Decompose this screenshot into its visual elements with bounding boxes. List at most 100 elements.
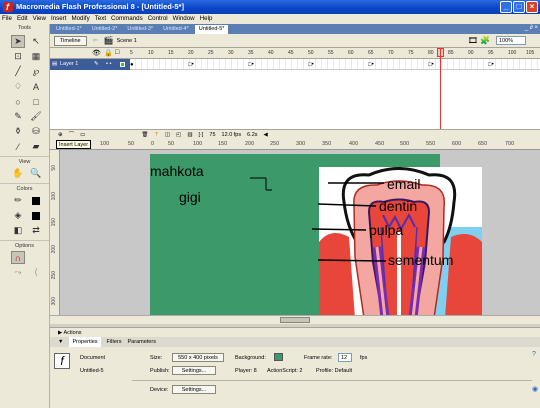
ink-bottle-tool-icon[interactable]: ⚱ <box>11 125 25 138</box>
lasso-tool-icon[interactable]: ℘ <box>29 65 43 78</box>
eraser-tool-icon[interactable]: ▰ <box>29 140 43 153</box>
actions-panel-header[interactable]: ▶ Actions <box>50 327 540 337</box>
stage-horizontal-scrollbar[interactable] <box>50 315 540 324</box>
center-frame-icon[interactable]: ⇡ <box>154 130 159 140</box>
menu-modify[interactable]: Modify <box>71 14 89 24</box>
free-transform-tool-icon[interactable]: ⊡ <box>11 50 25 63</box>
menu-file[interactable]: File <box>2 14 12 24</box>
layer-frames[interactable]: ● □• □• □• □• □• □• <box>130 59 540 70</box>
pen-tool-icon[interactable]: ♢ <box>11 80 25 93</box>
menu-window[interactable]: Window <box>173 14 195 24</box>
window-title-bar[interactable]: Macromedia Flash Professional 8 - [Untit… <box>0 0 540 14</box>
zoom-select[interactable]: 100% <box>496 36 526 45</box>
tab-filters[interactable]: Filters <box>107 337 122 347</box>
swap-colors-icon[interactable]: ⇄ <box>29 224 43 237</box>
scroll-thumb[interactable] <box>280 317 310 323</box>
stroke-swatch[interactable] <box>29 194 43 207</box>
doc-tab-4[interactable]: Untitled-4* <box>159 25 193 34</box>
oval-tool-icon[interactable]: ○ <box>11 95 25 108</box>
subselection-tool-icon[interactable]: ↖ <box>29 35 43 48</box>
frame-ruler[interactable]: 5 10 15 20 25 30 35 40 45 50 55 60 65 70… <box>130 48 540 59</box>
label-gigi[interactable]: gigi <box>179 189 201 205</box>
keyframe[interactable]: □• <box>248 62 254 68</box>
selection-tool-icon[interactable]: ➤ <box>11 35 25 48</box>
doc-window-controls[interactable]: _ ∂ × <box>525 25 538 31</box>
scroll-left-icon[interactable]: ◀ <box>264 130 268 140</box>
timeline-toggle-button[interactable]: Timeline <box>54 35 87 46</box>
label-dentin[interactable]: dentin <box>379 198 417 214</box>
edit-symbol-icon[interactable]: 🧩 <box>480 36 490 45</box>
menu-edit[interactable]: Edit <box>17 14 28 24</box>
framerate-input[interactable]: 12 <box>338 353 352 362</box>
help-icon[interactable]: ? <box>532 351 536 358</box>
back-arrow-icon[interactable]: ⇦ <box>93 37 98 44</box>
collapse-arrow-icon[interactable]: ▼ <box>58 337 63 347</box>
onion-skin-icon[interactable]: ◫ <box>165 130 170 140</box>
smooth-icon[interactable]: ⤳ <box>11 266 25 279</box>
line-tool-icon[interactable]: ╱ <box>11 65 25 78</box>
keyframe[interactable]: □• <box>428 62 434 68</box>
maximize-button[interactable]: □ <box>513 1 525 13</box>
keyframe[interactable]: □• <box>308 62 314 68</box>
edit-multiple-icon[interactable]: ▥ <box>187 130 192 140</box>
size-button[interactable]: 550 x 400 pixels <box>172 353 224 362</box>
doc-tab-3[interactable]: Untitled-3* <box>123 25 157 34</box>
modify-markers-icon[interactable]: [·] <box>199 130 204 140</box>
eyedropper-tool-icon[interactable]: ⁄ <box>11 140 25 153</box>
eye-icon[interactable]: 👁 <box>92 49 101 57</box>
label-email[interactable]: email <box>387 176 420 192</box>
zoom-tool-icon[interactable]: 🔍 <box>29 167 43 180</box>
menu-help[interactable]: Help <box>200 14 213 24</box>
background-color-swatch[interactable] <box>274 353 283 361</box>
expand-icon[interactable]: ◉ <box>532 385 538 393</box>
snap-magnet-icon[interactable]: ∩ <box>11 251 25 264</box>
keyframe[interactable]: □• <box>488 62 494 68</box>
insert-layer-icon[interactable]: ⊕ <box>58 130 63 140</box>
keyframe[interactable]: □• <box>188 62 194 68</box>
delete-layer-icon[interactable]: 🗑 <box>141 130 148 140</box>
layer-outline-swatch[interactable] <box>120 62 125 67</box>
minimize-button[interactable]: _ <box>500 1 512 13</box>
stage-canvas[interactable]: mahkota gigi email dentin pulpa sementum <box>150 154 482 318</box>
publish-settings-button[interactable]: Settings... <box>172 366 216 375</box>
keyframe[interactable]: ● <box>130 62 134 68</box>
scene-breadcrumb[interactable]: 🎬 Scene 1 <box>104 36 137 45</box>
tab-properties[interactable]: Properties <box>69 337 101 347</box>
keyframe[interactable]: □• <box>368 62 374 68</box>
tab-parameters[interactable]: Parameters <box>128 337 156 347</box>
doc-tab-2[interactable]: Untitled-2* <box>88 25 122 34</box>
onion-outline-icon[interactable]: ◰ <box>176 130 181 140</box>
label-pulpa[interactable]: pulpa <box>369 222 403 238</box>
lock-icon[interactable]: 🔒 <box>104 49 113 57</box>
menu-insert[interactable]: Insert <box>51 14 66 24</box>
scene-icon: 🎬 <box>103 36 114 45</box>
menu-view[interactable]: View <box>33 14 46 24</box>
device-settings-button[interactable]: Settings... <box>172 385 216 394</box>
label-mahkota[interactable]: mahkota <box>150 163 204 179</box>
fill-color-icon[interactable]: ◈ <box>11 209 25 222</box>
menu-text[interactable]: Text <box>95 14 106 24</box>
text-tool-icon[interactable]: A <box>29 80 43 93</box>
insert-folder-icon[interactable]: ▭ <box>80 130 85 140</box>
hand-tool-icon[interactable]: ✋ <box>11 167 25 180</box>
outline-icon[interactable]: □ <box>115 49 119 56</box>
rectangle-tool-icon[interactable]: □ <box>29 95 43 108</box>
close-button[interactable]: × <box>526 1 538 13</box>
menu-control[interactable]: Control <box>148 14 168 24</box>
gradient-transform-tool-icon[interactable]: ▦ <box>29 50 43 63</box>
add-guide-icon[interactable]: ⌒ <box>69 130 75 140</box>
pencil-tool-icon[interactable]: ✎ <box>11 110 25 123</box>
default-colors-icon[interactable]: ◧ <box>11 224 25 237</box>
label-sementum[interactable]: sementum <box>388 252 453 268</box>
brush-tool-icon[interactable]: 🖌 <box>29 110 43 123</box>
fill-swatch[interactable] <box>29 209 43 222</box>
doc-tab-1[interactable]: Untitled-1* <box>52 25 86 34</box>
stroke-color-icon[interactable]: ✏ <box>11 194 25 207</box>
straighten-icon[interactable]: ⟨ <box>29 266 43 279</box>
layer-row[interactable]: ▤ Layer 1 ✎ • • <box>50 59 130 70</box>
doc-tab-5[interactable]: Untitled-5* <box>194 25 229 34</box>
stage-work-area[interactable]: mahkota gigi email dentin pulpa sementum <box>60 150 540 318</box>
menu-commands[interactable]: Commands <box>111 14 143 24</box>
edit-scene-icon[interactable]: 🎞 <box>468 36 478 45</box>
paint-bucket-tool-icon[interactable]: ⛁ <box>29 125 43 138</box>
